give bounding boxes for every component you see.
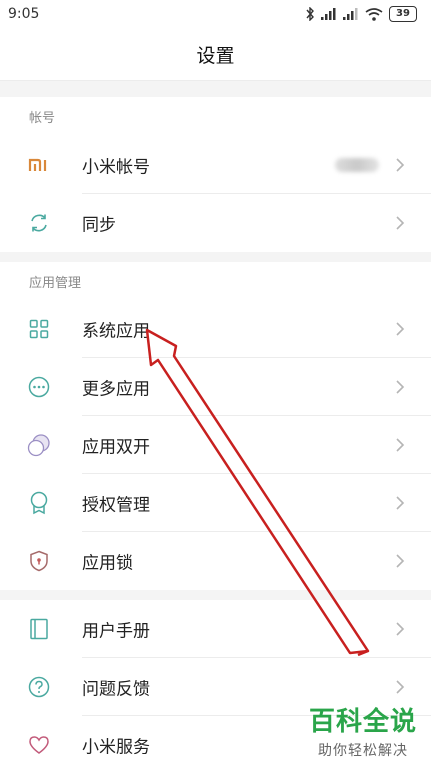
chevron-right-icon: [396, 322, 405, 336]
section-header-app-management: 应用管理: [0, 262, 431, 300]
account-id-redacted: [335, 158, 379, 172]
chevron-right-icon: [396, 554, 405, 568]
heart-icon: [27, 733, 51, 757]
settings-item-label: 授权管理: [82, 495, 150, 516]
watermark-title: 百科全说: [308, 707, 417, 737]
sync-icon: [27, 211, 51, 235]
settings-item-user-manual[interactable]: 用户手册: [0, 600, 431, 658]
chevron-right-icon: [396, 438, 405, 452]
manual-icon: [27, 617, 51, 641]
app-lock-icon: [27, 549, 51, 573]
settings-item-label: 同步: [82, 215, 116, 236]
settings-item-dual-apps[interactable]: 应用双开: [0, 416, 431, 474]
settings-item-sync[interactable]: 同步: [0, 194, 431, 252]
chevron-right-icon: [396, 216, 405, 230]
status-bar: 9:05 39: [0, 0, 431, 28]
chevron-right-icon: [396, 496, 405, 510]
watermark-logo: 百科全说 助你轻松解决: [309, 701, 417, 760]
settings-item-label: 系统应用: [82, 321, 150, 342]
settings-item-label: 小米服务: [82, 737, 150, 758]
section-header-account: 帐号: [0, 97, 431, 135]
watermark-subtitle: 助你轻松解决: [317, 743, 408, 759]
battery-indicator: 39: [389, 6, 417, 22]
mi-logo-icon: [27, 153, 51, 177]
chevron-right-icon: [396, 680, 405, 694]
signal-icon-2: [343, 8, 358, 20]
status-icons: 39: [305, 6, 417, 22]
bluetooth-icon: [306, 7, 314, 21]
chevron-right-icon: [396, 158, 405, 172]
settings-item-label: 用户手册: [82, 621, 150, 642]
settings-item-system-apps[interactable]: 系统应用: [0, 300, 431, 358]
chevron-right-icon: [396, 622, 405, 636]
grid-icon: [27, 317, 51, 341]
dual-app-icon: [27, 433, 51, 457]
section-gap: [0, 252, 431, 262]
settings-item-more-apps[interactable]: 更多应用: [0, 358, 431, 416]
section-gap: [0, 590, 431, 600]
settings-item-authorization[interactable]: 授权管理: [0, 474, 431, 532]
chevron-right-icon: [396, 380, 405, 394]
settings-item-mi-account[interactable]: 小米帐号: [0, 136, 431, 194]
authorization-icon: [27, 491, 51, 515]
settings-item-label: 应用双开: [82, 437, 150, 458]
settings-item-app-lock[interactable]: 应用锁: [0, 532, 431, 590]
settings-item-label: 更多应用: [82, 379, 150, 400]
section-gap: [0, 81, 431, 97]
status-time: 9:05: [8, 6, 40, 22]
page-title: 设置: [0, 28, 431, 81]
signal-icon: [321, 8, 336, 20]
settings-item-label: 问题反馈: [82, 679, 150, 700]
settings-item-label: 应用锁: [82, 553, 133, 574]
feedback-icon: [27, 675, 51, 699]
settings-item-label: 小米帐号: [82, 157, 150, 178]
wifi-icon: [365, 7, 383, 21]
more-icon: [27, 375, 51, 399]
